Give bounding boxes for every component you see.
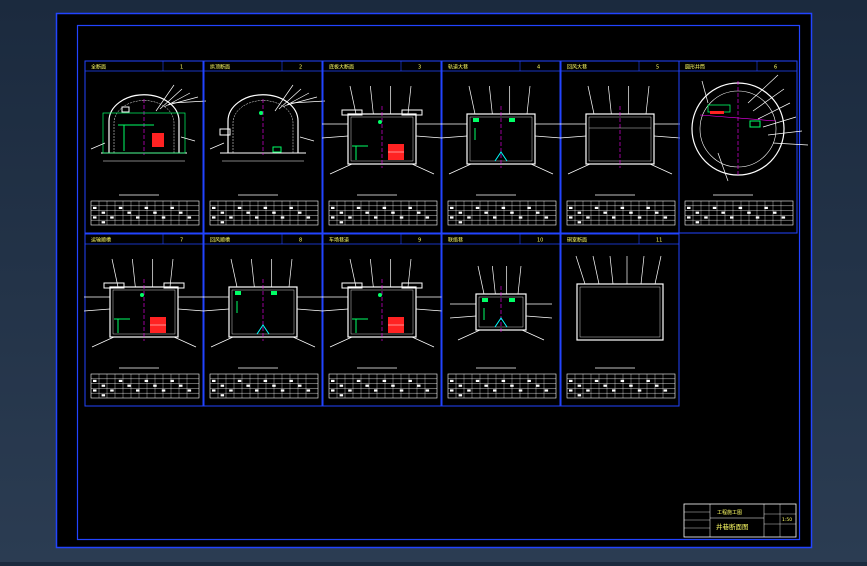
panel-number: 10 — [537, 238, 543, 244]
panel-title: 轨道大巷 — [448, 64, 468, 71]
panel-title: 联络巷 — [448, 237, 463, 244]
panel-title: 圆形井筒 — [685, 64, 705, 71]
panel-title: 硐室断面 — [567, 237, 587, 244]
title-block-title: 井巷断面图 — [716, 522, 749, 531]
panel-title: 全断面 — [91, 64, 106, 71]
panel-number: 6 — [774, 65, 777, 71]
equipment-block — [152, 133, 164, 147]
drawing-canvas[interactable]: 全断面 1 拱顶断面 2 底板大断面 3 轨道大巷 4 回风大巷 5 圆形井筒 6 运输顺槽 7 回风顺槽 8… — [0, 0, 867, 562]
panel-number: 8 — [299, 238, 302, 244]
title-block-scale: 1:50 — [782, 517, 792, 523]
panel-number: 7 — [180, 238, 183, 244]
cad-drawing-viewport[interactable]: 全断面 1 拱顶断面 2 底板大断面 3 轨道大巷 4 回风大巷 5 圆形井筒 6 运输顺槽 7 回风顺槽 8… — [0, 0, 867, 562]
panel-number: 1 — [180, 65, 183, 71]
panel-number: 11 — [656, 238, 662, 244]
panel-number: 9 — [418, 238, 421, 244]
panel-title: 车场巷道 — [329, 237, 349, 244]
panel-number: 4 — [537, 65, 540, 71]
panel-title: 运输顺槽 — [91, 237, 111, 244]
sheet-background — [56, 13, 812, 548]
panel-title: 拱顶断面 — [210, 64, 230, 71]
title-block-subtitle: 工程施工图 — [717, 509, 742, 516]
panel-title: 回风顺槽 — [210, 237, 230, 244]
panel-number: 5 — [656, 65, 659, 71]
panel-title: 底板大断面 — [329, 64, 354, 71]
panel-title: 回风大巷 — [567, 64, 587, 71]
panel-number: 2 — [299, 65, 302, 71]
panel-number: 3 — [418, 65, 421, 71]
